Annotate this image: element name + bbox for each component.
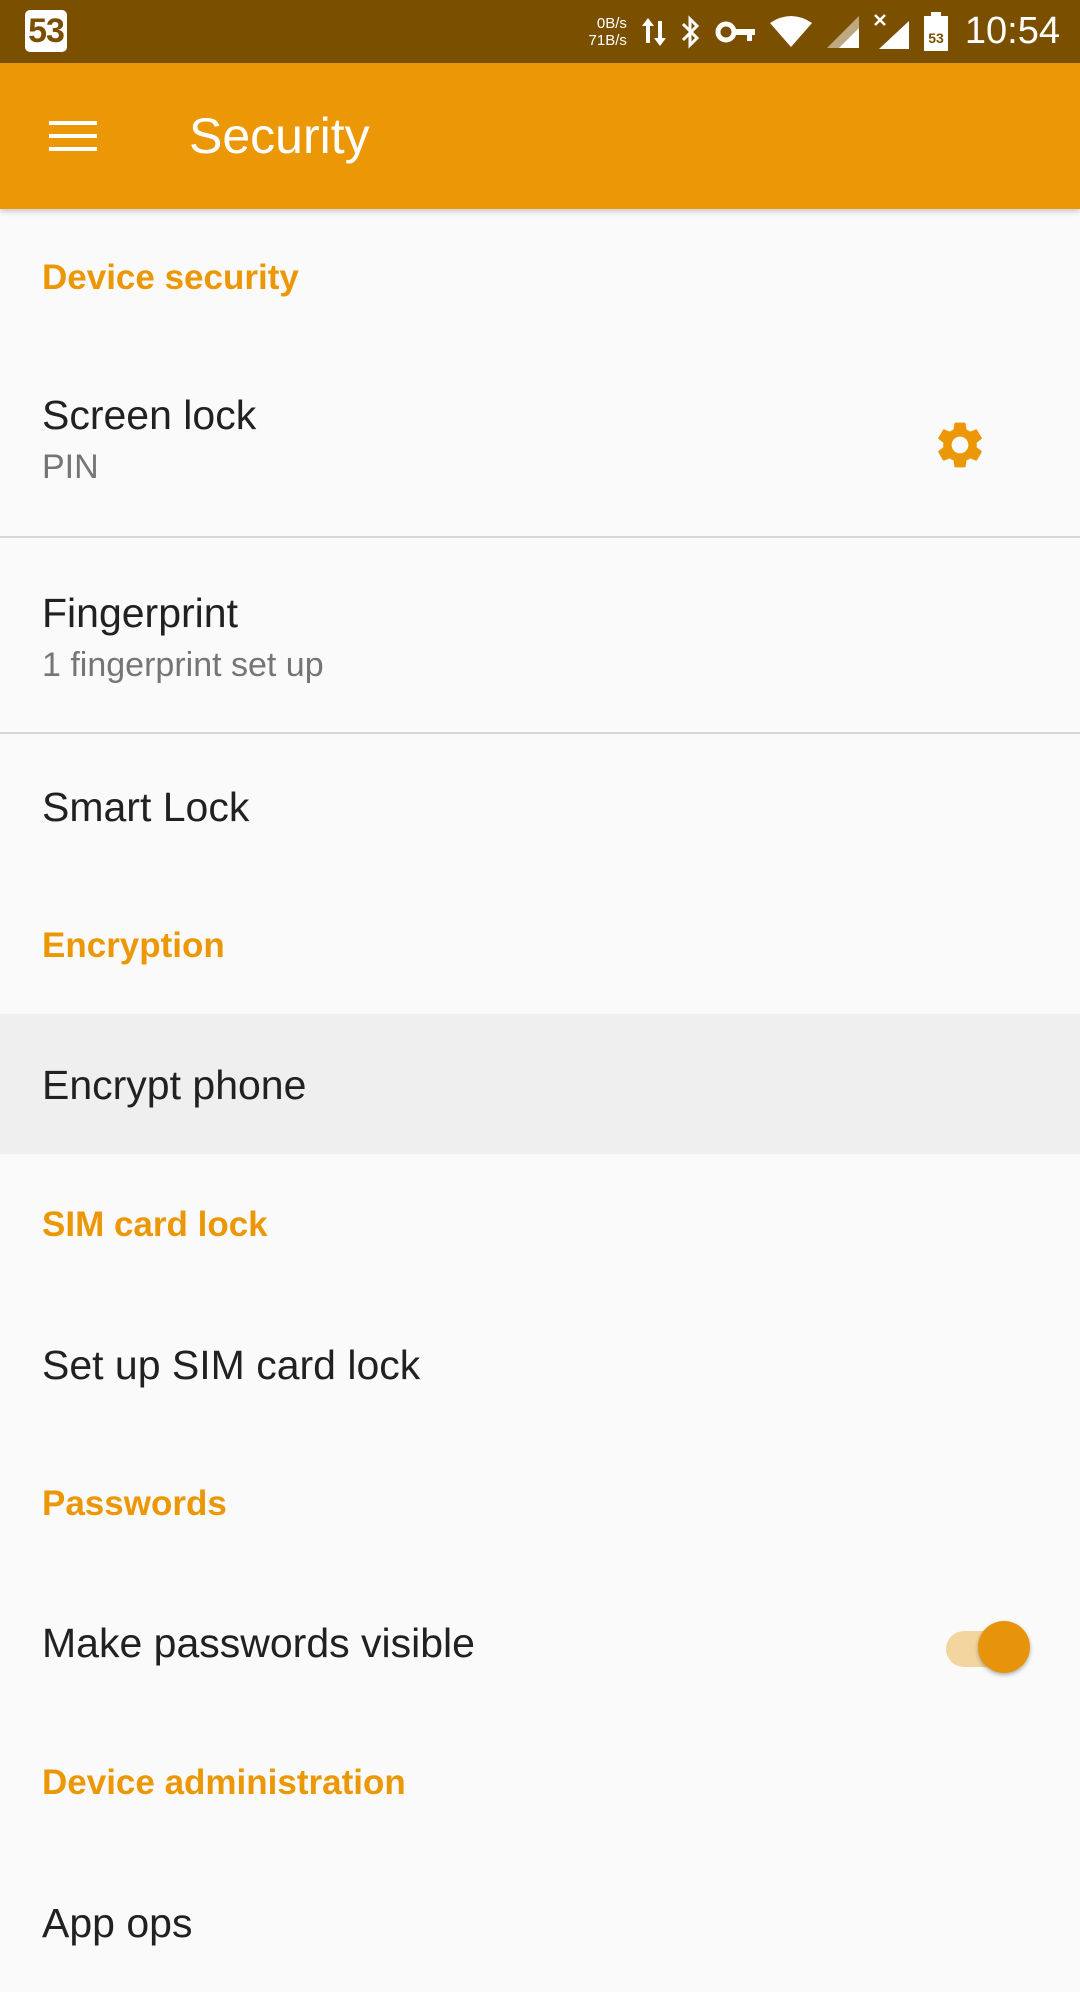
status-bar: 53 0B/s 71B/s 53 10:54 (0, 0, 1080, 63)
signal-icon (825, 14, 861, 50)
bluetooth-icon (679, 14, 703, 50)
app-bar: Security (0, 63, 1080, 209)
section-header-encryption: Encryption (42, 926, 225, 965)
smart-lock-item[interactable]: Smart Lock (0, 734, 1080, 884)
make-passwords-visible-title: Make passwords visible (42, 1620, 475, 1666)
data-transfer-icon (641, 15, 667, 49)
make-passwords-visible-switch[interactable] (940, 1612, 1030, 1676)
screen-lock-summary: PIN (42, 448, 99, 486)
svg-text:53: 53 (928, 30, 944, 46)
sim-card-lock-title: Set up SIM card lock (42, 1342, 421, 1388)
section-header-device-security: Device security (42, 258, 299, 297)
battery-icon: 53 (923, 11, 949, 52)
screen-lock-title: Screen lock (42, 392, 257, 438)
hamburger-menu-icon (49, 121, 97, 151)
speed-down: 71B/s (588, 31, 627, 49)
section-header-sim-card-lock: SIM card lock (42, 1205, 268, 1244)
app-ops-title: App ops (42, 1900, 193, 1946)
page-title: Security (189, 108, 370, 164)
speed-up: 0B/s (596, 14, 627, 32)
notification-badge: 53 (25, 10, 67, 52)
encrypt-phone-item[interactable]: Encrypt phone (0, 1014, 1080, 1154)
network-speed: 0B/s 71B/s (589, 15, 627, 49)
wifi-icon (769, 15, 813, 49)
menu-button[interactable] (30, 96, 116, 176)
screen-lock-settings-button[interactable] (915, 400, 1005, 490)
app-ops-item[interactable]: App ops (0, 1852, 1080, 1992)
status-icons: 0B/s 71B/s 53 10:54 (589, 0, 1060, 63)
switch-thumb (978, 1621, 1030, 1673)
smart-lock-title: Smart Lock (42, 784, 250, 830)
fingerprint-item[interactable]: Fingerprint 1 fingerprint set up (0, 538, 1080, 732)
fingerprint-title: Fingerprint (42, 590, 238, 636)
clock: 10:54 (964, 10, 1060, 52)
make-passwords-visible-item[interactable]: Make passwords visible (0, 1572, 1080, 1712)
fingerprint-summary: 1 fingerprint set up (42, 646, 324, 684)
sim-card-lock-item[interactable]: Set up SIM card lock (0, 1294, 1080, 1434)
gear-icon (938, 422, 982, 468)
vpn-key-icon (715, 20, 757, 44)
section-header-passwords: Passwords (42, 1484, 227, 1523)
no-signal-icon (873, 13, 911, 51)
section-header-device-administration: Device administration (42, 1763, 406, 1802)
encrypt-phone-title: Encrypt phone (42, 1062, 307, 1108)
